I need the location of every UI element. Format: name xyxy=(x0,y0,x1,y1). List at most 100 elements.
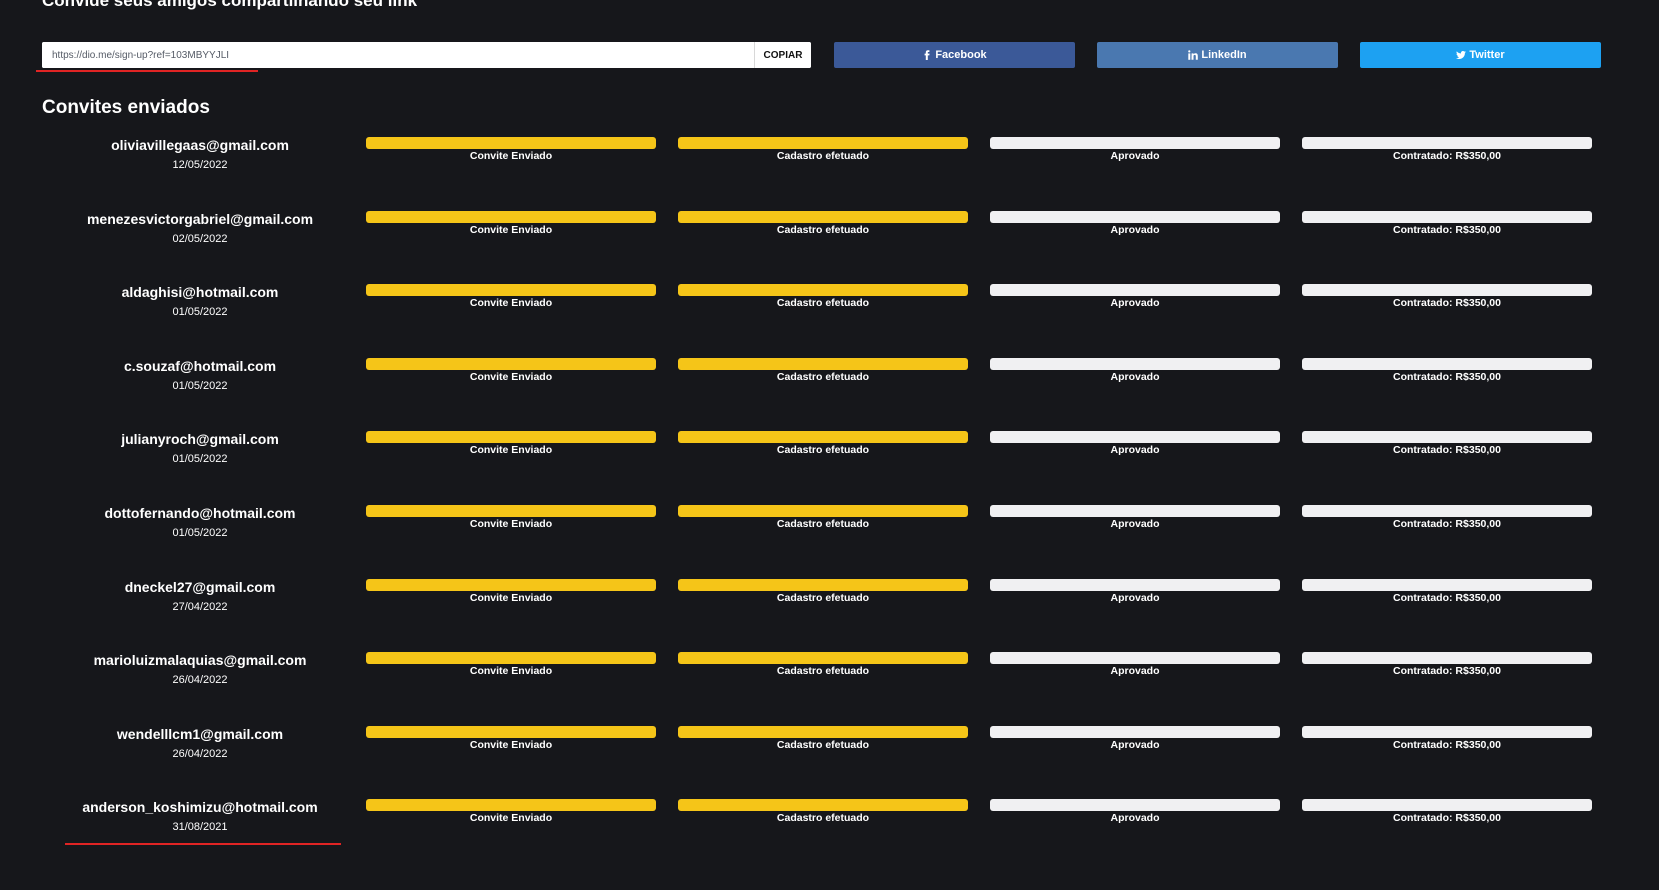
stage-signup-done: Cadastro efetuado xyxy=(678,652,968,677)
invite-email: oliviavillegaas@gmail.com xyxy=(111,137,289,153)
stage-label: Cadastro efetuado xyxy=(776,592,870,604)
copy-button[interactable]: COPIAR xyxy=(754,42,811,68)
stage-label: Convite Enviado xyxy=(469,150,553,162)
invite-email: c.souzaf@hotmail.com xyxy=(123,358,277,374)
stage-label: Contratado: R$350,00 xyxy=(1393,371,1501,383)
stage-label: Convite Enviado xyxy=(469,224,553,236)
referral-link-input[interactable] xyxy=(42,42,754,68)
stage-label: Cadastro efetuado xyxy=(776,518,870,530)
stage-hired: Contratado: R$350,00 xyxy=(1302,284,1592,309)
stage-approved: Aprovado xyxy=(990,579,1280,604)
stage-label: Convite Enviado xyxy=(469,812,553,824)
stage-label: Contratado: R$350,00 xyxy=(1393,444,1501,456)
stage-approved: Aprovado xyxy=(990,726,1280,751)
progress-bar xyxy=(990,137,1280,149)
stage-label: Cadastro efetuado xyxy=(776,444,870,456)
invite-date: 01/05/2022 xyxy=(172,380,228,392)
progress-bar xyxy=(1302,799,1592,811)
stage-hired: Contratado: R$350,00 xyxy=(1302,726,1592,751)
stage-hired: Contratado: R$350,00 xyxy=(1302,211,1592,236)
stage-label: Convite Enviado xyxy=(469,665,553,677)
progress-bar xyxy=(990,799,1280,811)
invite-row: wendelllcm1@gmail.com 26/04/2022 Convite… xyxy=(0,726,1659,786)
stage-hired: Contratado: R$350,00 xyxy=(1302,652,1592,677)
progress-bar xyxy=(366,284,656,296)
stage-approved: Aprovado xyxy=(990,431,1280,456)
stage-approved: Aprovado xyxy=(990,358,1280,383)
stage-label: Aprovado xyxy=(1110,665,1160,677)
progress-bar xyxy=(366,799,656,811)
stage-signup-done: Cadastro efetuado xyxy=(678,505,968,530)
stage-label: Aprovado xyxy=(1110,371,1160,383)
stage-hired: Contratado: R$350,00 xyxy=(1302,799,1592,824)
stage-label: Cadastro efetuado xyxy=(776,739,870,751)
invite-row: dneckel27@gmail.com 27/04/2022 Convite E… xyxy=(0,579,1659,639)
invite-email: marioluizmalaquias@gmail.com xyxy=(93,652,307,668)
invite-date: 01/05/2022 xyxy=(172,453,228,465)
stage-label: Cadastro efetuado xyxy=(776,150,870,162)
progress-bar xyxy=(366,211,656,223)
stage-signup-done: Cadastro efetuado xyxy=(678,431,968,456)
progress-bar xyxy=(990,431,1280,443)
stage-approved: Aprovado xyxy=(990,652,1280,677)
linkedin-icon xyxy=(1188,50,1199,60)
progress-bar xyxy=(366,652,656,664)
progress-bar xyxy=(678,284,968,296)
stage-label: Convite Enviado xyxy=(469,592,553,604)
invite-row: c.souzaf@hotmail.com 01/05/2022 Convite … xyxy=(0,358,1659,418)
stage-signup-done: Cadastro efetuado xyxy=(678,137,968,162)
stage-invite-sent: Convite Enviado xyxy=(366,726,656,751)
progress-bar xyxy=(1302,137,1592,149)
stage-label: Contratado: R$350,00 xyxy=(1393,592,1501,604)
referral-link-box: COPIAR xyxy=(42,42,811,68)
stage-label: Aprovado xyxy=(1110,592,1160,604)
invite-email: aldaghisi@hotmail.com xyxy=(121,284,279,300)
stage-label: Aprovado xyxy=(1110,150,1160,162)
stage-label: Cadastro efetuado xyxy=(776,665,870,677)
invite-row: dottofernando@hotmail.com 01/05/2022 Con… xyxy=(0,505,1659,565)
stage-label: Convite Enviado xyxy=(469,297,553,309)
invite-date: 31/08/2021 xyxy=(172,821,228,833)
stage-label: Aprovado xyxy=(1110,297,1160,309)
stage-invite-sent: Convite Enviado xyxy=(366,579,656,604)
stage-hired: Contratado: R$350,00 xyxy=(1302,505,1592,530)
stage-label: Aprovado xyxy=(1110,444,1160,456)
twitter-share-button[interactable]: Twitter xyxy=(1360,42,1601,68)
invite-date: 01/05/2022 xyxy=(172,527,228,539)
stage-label: Convite Enviado xyxy=(469,518,553,530)
stage-approved: Aprovado xyxy=(990,211,1280,236)
stage-label: Contratado: R$350,00 xyxy=(1393,739,1501,751)
stage-signup-done: Cadastro efetuado xyxy=(678,726,968,751)
progress-bar xyxy=(678,358,968,370)
stage-label: Convite Enviado xyxy=(469,739,553,751)
stage-approved: Aprovado xyxy=(990,284,1280,309)
linkedin-share-button[interactable]: LinkedIn xyxy=(1097,42,1338,68)
stage-label: Convite Enviado xyxy=(469,371,553,383)
stage-signup-done: Cadastro efetuado xyxy=(678,284,968,309)
progress-bar xyxy=(1302,284,1592,296)
stage-label: Contratado: R$350,00 xyxy=(1393,297,1501,309)
invite-email: anderson_koshimizu@hotmail.com xyxy=(82,799,318,815)
stage-approved: Aprovado xyxy=(990,505,1280,530)
stage-hired: Contratado: R$350,00 xyxy=(1302,431,1592,456)
progress-bar xyxy=(366,358,656,370)
progress-bar xyxy=(366,431,656,443)
stage-label: Convite Enviado xyxy=(469,444,553,456)
link-highlight-underline xyxy=(36,70,258,72)
stage-signup-done: Cadastro efetuado xyxy=(678,358,968,383)
stage-label: Cadastro efetuado xyxy=(776,812,870,824)
invite-row: aldaghisi@hotmail.com 01/05/2022 Convite… xyxy=(0,284,1659,344)
facebook-icon xyxy=(924,50,930,60)
invite-email: dottofernando@hotmail.com xyxy=(104,505,296,521)
stage-label: Aprovado xyxy=(1110,812,1160,824)
progress-bar xyxy=(366,579,656,591)
stage-invite-sent: Convite Enviado xyxy=(366,505,656,530)
stage-hired: Contratado: R$350,00 xyxy=(1302,358,1592,383)
facebook-share-button[interactable]: Facebook xyxy=(834,42,1075,68)
stage-invite-sent: Convite Enviado xyxy=(366,799,656,824)
progress-bar xyxy=(678,652,968,664)
progress-bar xyxy=(990,358,1280,370)
invite-date: 27/04/2022 xyxy=(172,601,228,613)
email-highlight-underline xyxy=(65,843,341,845)
stage-label: Contratado: R$350,00 xyxy=(1393,150,1501,162)
